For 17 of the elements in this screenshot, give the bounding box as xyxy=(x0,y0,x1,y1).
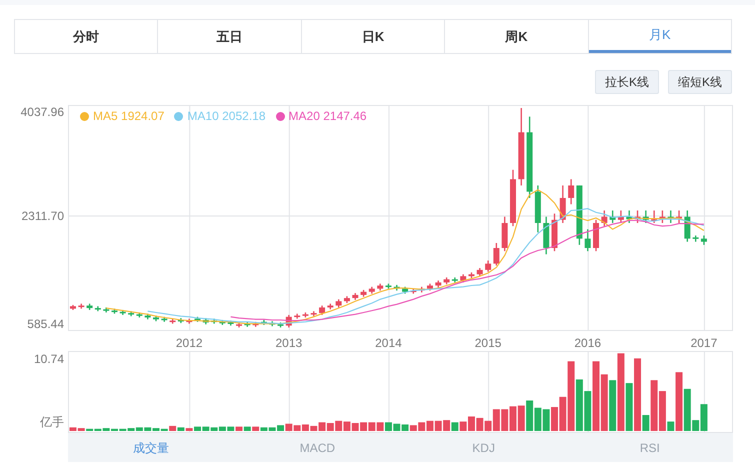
legend-label: MA20 xyxy=(288,109,320,123)
axis-label: 4037.96 xyxy=(20,105,64,119)
axis-label: 亿手 xyxy=(40,415,64,429)
axis-label: 2015 xyxy=(474,335,502,352)
legend-value: 2052.18 xyxy=(222,109,266,123)
axis-label: 2014 xyxy=(375,335,402,352)
legend-label: MA5 xyxy=(93,109,118,123)
legend-label: MA10 xyxy=(187,109,219,123)
axis-label: 2311.70 xyxy=(22,209,64,223)
legend-value: 1924.07 xyxy=(121,109,164,123)
legend-value: 2147.46 xyxy=(323,109,367,123)
axis-label: 585.44 xyxy=(27,316,64,331)
axis-label: 2017 xyxy=(690,335,718,352)
axis-label: 2016 xyxy=(574,335,602,352)
axis-label: 2012 xyxy=(176,335,203,352)
axis-label: 2013 xyxy=(275,335,302,352)
axis-label: 10.74 xyxy=(34,352,64,366)
